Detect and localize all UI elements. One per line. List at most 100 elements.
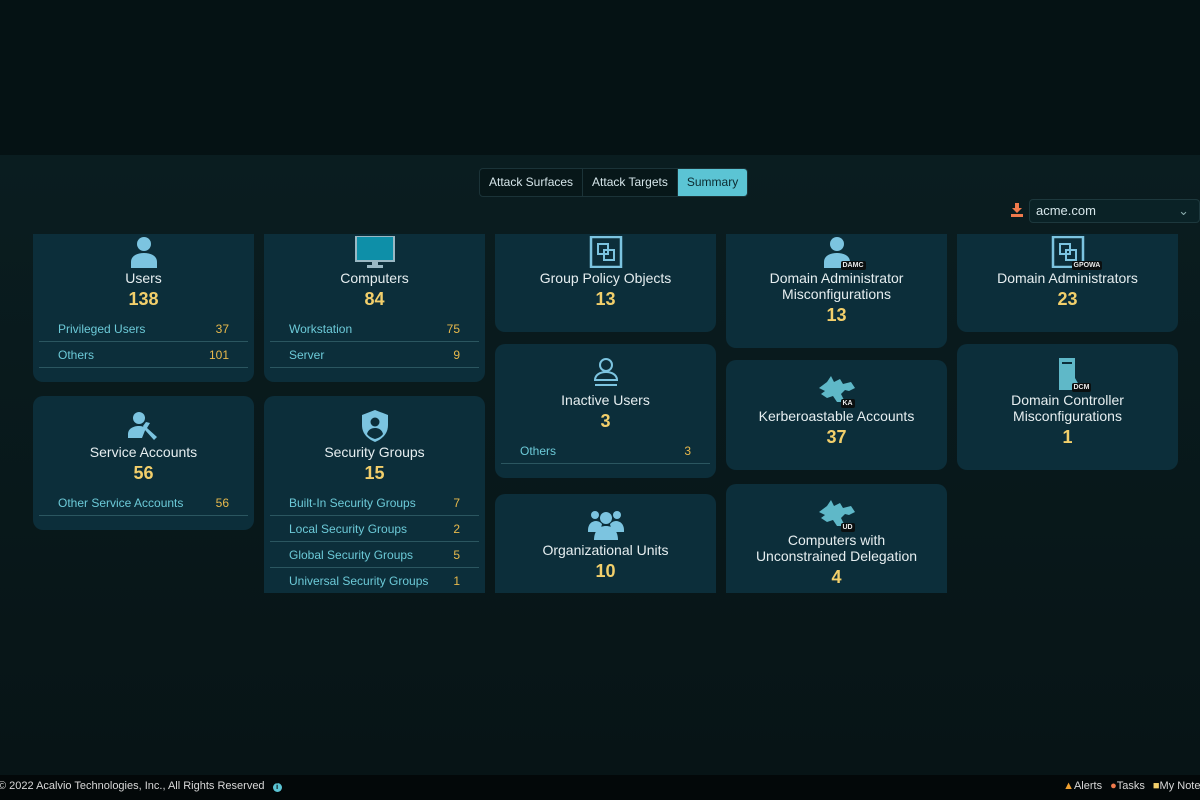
tasks-link[interactable]: ●Tasks <box>1110 775 1145 798</box>
breakdown-row[interactable]: Others 101 <box>39 342 248 368</box>
row-value: 101 <box>208 348 229 362</box>
domain-select[interactable]: acme.com ⌄ <box>1029 199 1200 223</box>
icon-badge: KA <box>840 399 855 408</box>
card-title: Organizational Units <box>542 542 669 558</box>
card-count[interactable]: 13 <box>744 302 929 328</box>
row-value: 75 <box>446 322 460 336</box>
card-count[interactable]: 10 <box>513 558 698 584</box>
breakdown-row[interactable]: Universal Security Groups 1 <box>270 568 479 593</box>
row-label: Privileged Users <box>58 322 146 336</box>
gpo-icon: GPOWA <box>975 236 1160 270</box>
row-label: Other Service Accounts <box>58 496 184 510</box>
copyright-text: © 2022 Acalvio Technologies, Inc., All R… <box>0 780 265 792</box>
row-label: Others <box>58 348 95 362</box>
icon-badge: GPOWA <box>1071 261 1103 270</box>
icon-badge: DAMC <box>840 261 866 270</box>
row-label: Local Security Groups <box>289 522 408 536</box>
breakdown-row[interactable]: Other Service Accounts 56 <box>39 490 248 516</box>
card-service-accounts[interactable]: Service Accounts 56 Other Service Account… <box>33 396 254 530</box>
download-icon[interactable] <box>1011 203 1023 217</box>
domain-select-value: acme.com <box>1036 203 1096 218</box>
icon-badge: UD <box>840 523 855 532</box>
card-kerberoastable-accounts[interactable]: KA Kerberoastable Accounts 37 <box>726 360 947 470</box>
notes-label: My Notes <box>1159 780 1200 792</box>
card-security-groups[interactable]: Security Groups 15 Built-In Security Grou… <box>264 396 485 593</box>
notes-link[interactable]: ■My Notes <box>1153 775 1200 798</box>
card-title: Users <box>125 270 162 286</box>
user-icon: DAMC <box>744 236 929 270</box>
notes-icon: ■ <box>1152 780 1160 792</box>
alerts-label: Alerts <box>1073 780 1103 792</box>
card-title: Inactive Users <box>561 392 650 408</box>
row-value: 37 <box>215 322 229 336</box>
users-group-icon <box>513 508 698 540</box>
breakdown-row[interactable]: Built-In Security Groups 7 <box>270 490 479 516</box>
breakdown-row[interactable]: Global Security Groups 5 <box>270 542 479 568</box>
card-title: Computers <box>340 270 409 286</box>
tab-attack-targets[interactable]: Attack Targets <box>583 169 678 196</box>
card-title: Domain Controller Misconfigurations <box>1011 392 1124 424</box>
view-tabs: Attack Surfaces Attack Targets Summary <box>479 168 749 197</box>
footer: © 2022 Acalvio Technologies, Inc., All R… <box>0 775 1200 800</box>
row-value: 56 <box>215 496 229 510</box>
tasks-label: Tasks <box>1116 780 1145 792</box>
card-computers[interactable]: Computers 84 Workstation 75 Server 9 <box>264 234 485 382</box>
tab-summary[interactable]: Summary <box>677 169 748 196</box>
card-count[interactable]: 138 <box>51 286 236 312</box>
tasks-icon: ● <box>1110 780 1117 792</box>
row-value: 9 <box>453 348 460 362</box>
breakdown-list: Others 3 <box>501 438 710 464</box>
row-value: 1 <box>453 574 460 588</box>
card-unconstrained-delegation[interactable]: UD Computers with Unconstrained Delegati… <box>726 484 947 593</box>
card-domain-controller-misconfigurations[interactable]: DCM Domain Controller Misconfigurations … <box>957 344 1178 470</box>
icon-badge: DCM <box>1071 383 1092 392</box>
card-title: Domain Administrators <box>997 270 1138 286</box>
card-title: Kerberoastable Accounts <box>758 408 915 424</box>
card-title: Service Accounts <box>89 444 198 460</box>
card-domain-admin-misconfigurations[interactable]: DAMC Domain Administrator Misconfigurati… <box>726 234 947 348</box>
user-wrench-icon <box>51 410 236 442</box>
row-label: Others <box>520 444 557 458</box>
card-count[interactable]: 37 <box>744 424 929 450</box>
card-count[interactable]: 84 <box>282 286 467 312</box>
breakdown-list: Workstation 75 Server 9 <box>270 316 479 368</box>
card-count[interactable]: 56 <box>51 460 236 486</box>
card-group-policy-objects[interactable]: Group Policy Objects 13 <box>495 234 716 332</box>
tab-attack-surfaces[interactable]: Attack Surfaces <box>480 169 584 196</box>
row-label: Global Security Groups <box>289 548 414 562</box>
chevron-down-icon: ⌄ <box>1178 203 1189 218</box>
card-count[interactable]: 23 <box>975 286 1160 312</box>
breakdown-row[interactable]: Server 9 <box>270 342 479 368</box>
cerberus-icon: KA <box>744 374 929 408</box>
info-icon[interactable]: i <box>272 783 282 792</box>
breakdown-row[interactable]: Others 3 <box>501 438 710 464</box>
user-icon <box>51 236 236 268</box>
card-title: Domain Administrator Misconfigurations <box>769 270 904 302</box>
card-count[interactable]: 3 <box>513 408 698 434</box>
cerberus-icon: UD <box>744 498 929 532</box>
breakdown-row[interactable]: Privileged Users 37 <box>39 316 248 342</box>
row-label: Universal Security Groups <box>289 574 429 588</box>
card-count[interactable]: 4 <box>744 564 929 590</box>
row-value: 3 <box>684 444 691 458</box>
card-organizational-units[interactable]: Organizational Units 10 <box>495 494 716 593</box>
breakdown-list: Built-In Security Groups 7 Local Security … <box>270 490 479 593</box>
card-domain-administrators[interactable]: GPOWA Domain Administrators 23 <box>957 234 1178 332</box>
card-users[interactable]: Users 138 Privileged Users 37 Others 101 <box>33 234 254 382</box>
card-inactive-users[interactable]: Inactive Users 3 Others 3 <box>495 344 716 478</box>
card-count[interactable]: 15 <box>282 460 467 486</box>
card-count[interactable]: 13 <box>513 286 698 312</box>
alerts-link[interactable]: ▲Alerts <box>1063 775 1102 798</box>
card-count[interactable]: 1 <box>975 424 1160 450</box>
server-icon: DCM <box>975 358 1160 392</box>
breakdown-row[interactable]: Local Security Groups 2 <box>270 516 479 542</box>
bell-icon: ▲ <box>1063 780 1074 792</box>
top-bar <box>0 0 1200 155</box>
row-label: Built-In Security Groups <box>289 496 416 510</box>
row-value: 5 <box>453 548 460 562</box>
breakdown-row[interactable]: Workstation 75 <box>270 316 479 342</box>
row-label: Server <box>289 348 325 362</box>
user-inactive-icon <box>513 358 698 390</box>
row-value: 2 <box>453 522 460 536</box>
breakdown-list: Other Service Accounts 56 <box>39 490 248 516</box>
